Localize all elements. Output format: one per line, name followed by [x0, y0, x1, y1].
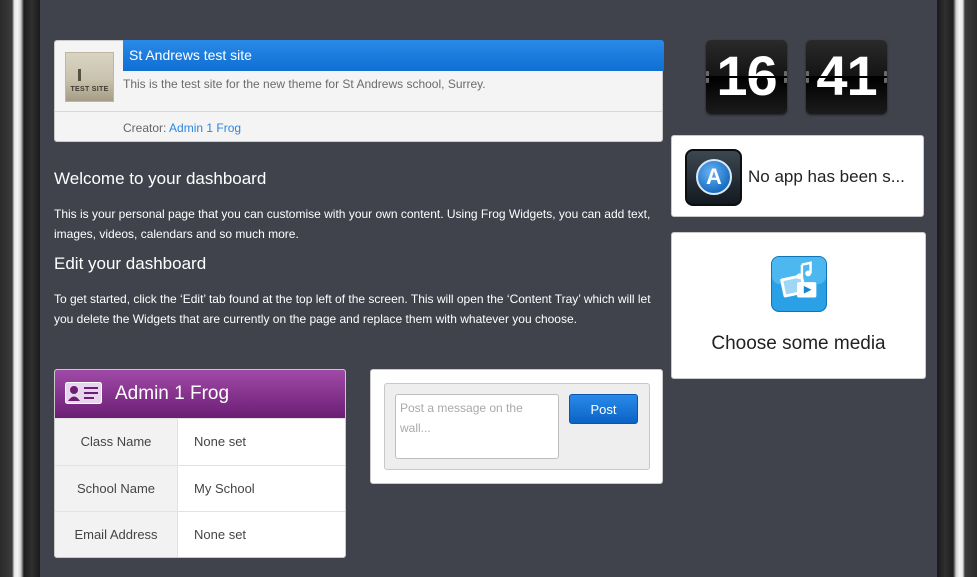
site-card-divider	[55, 111, 662, 112]
profile-value: None set	[194, 434, 247, 450]
profile-value: My School	[194, 480, 255, 496]
clock-hours: 16	[706, 40, 787, 114]
clock-hinge	[806, 71, 809, 83]
media-widget-text: Choose some media	[711, 333, 886, 354]
profile-value: None set	[194, 527, 247, 543]
creator-label: Creator:	[123, 121, 167, 135]
flip-clock: 16 41	[706, 40, 888, 114]
welcome-heading: Welcome to your dashboard	[54, 169, 267, 188]
dashboard-canvas: TEST SITE St Andrews test site This is t…	[40, 0, 937, 577]
post-button[interactable]: Post	[569, 394, 638, 424]
profile-label: Class Name	[55, 419, 178, 465]
app-icon-letter: A	[696, 159, 732, 195]
id-card-icon	[65, 382, 102, 404]
site-title[interactable]: St Andrews test site	[123, 40, 664, 71]
device-frame-left	[0, 0, 40, 577]
site-description: This is the test site for the new theme …	[123, 77, 486, 91]
clock-hinge	[884, 71, 887, 83]
device-frame-right	[937, 0, 977, 577]
profile-row: Email Address None set	[55, 511, 345, 557]
edit-text: To get started, click the ‘Edit’ tab fou…	[54, 292, 651, 326]
clock-minutes: 41	[806, 40, 887, 114]
media-icon[interactable]	[771, 256, 827, 312]
wall-message-input[interactable]	[395, 394, 559, 459]
clock-hours-value: 16	[716, 44, 777, 107]
app-widget-text: No app has been s...	[748, 167, 905, 186]
profile-row: Class Name None set	[55, 418, 345, 465]
app-store-icon[interactable]: A	[685, 149, 742, 206]
profile-name: Admin 1 Frog	[115, 383, 230, 404]
edit-heading: Edit your dashboard	[54, 254, 207, 273]
clock-hinge	[784, 71, 787, 83]
wall-panel: Post	[384, 383, 650, 470]
app-widget[interactable]: A No app has been s...	[671, 135, 924, 217]
welcome-text: This is your personal page that you can …	[54, 207, 651, 241]
profile-label: School Name	[55, 465, 178, 512]
site-creator: Creator: Admin 1 Frog	[123, 121, 241, 135]
clock-hinge	[706, 71, 709, 83]
profile-header: Admin 1 Frog	[55, 370, 345, 418]
profile-row: School Name My School	[55, 464, 345, 512]
profile-widget: Admin 1 Frog Class Name None set School …	[54, 369, 346, 558]
clock-minutes-value: 41	[816, 44, 877, 107]
thumbnail-figure	[78, 69, 81, 81]
site-thumbnail: TEST SITE	[65, 52, 114, 102]
thumbnail-text: TEST SITE	[70, 86, 109, 93]
creator-link[interactable]: Admin 1 Frog	[169, 121, 241, 135]
media-widget[interactable]: Choose some media	[671, 232, 926, 379]
profile-label: Email Address	[55, 512, 178, 557]
wall-widget: Post	[370, 369, 663, 484]
site-info-card: TEST SITE St Andrews test site This is t…	[54, 40, 664, 142]
